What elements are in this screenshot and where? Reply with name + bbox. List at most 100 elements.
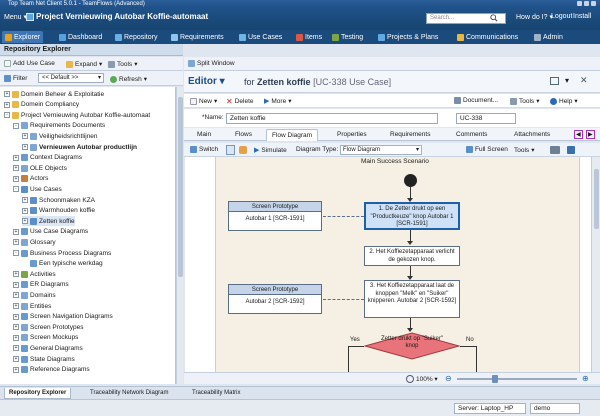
expand-icon[interactable]: + xyxy=(22,197,28,203)
layout-icon[interactable] xyxy=(550,77,559,85)
expand-icon[interactable]: + xyxy=(13,228,19,235)
tree-item[interactable]: + Context Diagrams xyxy=(13,153,82,163)
expand-icon[interactable]: + xyxy=(13,154,19,161)
tab-flow-diagram[interactable]: Flow Diagram xyxy=(266,129,319,141)
tree-item[interactable]: - Business Process Diagrams xyxy=(13,248,111,258)
print-icon[interactable] xyxy=(550,146,560,154)
tree-item[interactable]: - Requirements Documents xyxy=(13,121,105,131)
refresh-button[interactable]: Refresh ▾ xyxy=(110,75,147,83)
tree-item[interactable]: + Screen Prototypes xyxy=(13,322,83,332)
tree-item[interactable]: + Domein Beheer & Exploitatie xyxy=(4,89,104,99)
filter-button[interactable]: Filter xyxy=(4,75,27,82)
chevron-down-icon[interactable]: ▾ xyxy=(565,76,569,85)
document-button[interactable]: Document... xyxy=(454,97,498,104)
expand-icon[interactable]: + xyxy=(13,334,19,341)
flow-step-3[interactable]: 3. Het Koffiezetapparaat laat de knoppen… xyxy=(364,280,460,318)
split-window-button[interactable]: Split Window xyxy=(188,60,235,67)
expand-icon[interactable]: + xyxy=(22,218,28,225)
close-button[interactable] xyxy=(591,1,596,6)
minimize-button[interactable] xyxy=(577,1,582,6)
search-icon[interactable] xyxy=(490,14,498,22)
tree-item[interactable]: + Activities xyxy=(13,269,56,279)
expand-icon[interactable]: + xyxy=(4,91,10,97)
editor-tools-button[interactable]: Tools ▾ xyxy=(510,97,539,105)
tree-item[interactable]: Een typische werkdag xyxy=(22,259,103,269)
collapse-icon[interactable]: - xyxy=(13,186,19,193)
tree-item[interactable]: + Entities xyxy=(13,301,51,311)
expand-icon[interactable]: + xyxy=(13,175,19,182)
flow-step-1[interactable]: 1. De Zetter drukt op een "Productkeuze"… xyxy=(364,202,460,230)
scrollbar-thumb[interactable] xyxy=(178,97,183,277)
tab-attachments[interactable]: Attachments xyxy=(509,129,555,141)
tree-scrollbar[interactable] xyxy=(176,87,183,384)
expand-icon[interactable]: + xyxy=(13,303,19,309)
nav-tab-dashboard[interactable]: Dashboard xyxy=(56,31,105,43)
tree-item[interactable]: + Actors xyxy=(13,174,48,184)
expand-icon[interactable]: + xyxy=(22,207,28,214)
tab-main[interactable]: Main xyxy=(192,129,216,141)
nav-tab-explorer[interactable]: Explorer xyxy=(2,31,44,43)
nav-tab-items[interactable]: Items xyxy=(293,31,325,43)
bottom-tab-traceability-matrix[interactable]: Traceability Matrix xyxy=(188,388,244,399)
collapse-icon[interactable]: - xyxy=(4,112,10,119)
simulate-button[interactable]: ▶ Simulate xyxy=(254,146,287,155)
menu-button[interactable]: Menu ▾ xyxy=(4,13,27,21)
how-do-i-link[interactable]: How do I? ▾ xyxy=(516,13,553,21)
filter-select[interactable]: << Default >> ▾ xyxy=(38,73,104,83)
tree-item[interactable]: + Zetten koffie xyxy=(22,216,75,227)
scrollbar-thumb[interactable] xyxy=(594,169,599,229)
tree-item[interactable]: + OLE Objects xyxy=(13,163,67,173)
delete-button[interactable]: ✕ Delete xyxy=(226,97,254,106)
install-link[interactable]: Install xyxy=(573,13,591,20)
nav-tab-projects-plans[interactable]: Projects & Plans xyxy=(375,31,441,43)
screen-prototype-2[interactable]: Screen Prototype Autobar 2 [SCR-1592] xyxy=(228,284,322,314)
zoom-slider[interactable] xyxy=(457,378,577,380)
more-button[interactable]: ▶ More ▾ xyxy=(264,97,291,106)
zoom-slider-handle[interactable] xyxy=(492,375,498,383)
zoom-in-icon[interactable]: ⊕ xyxy=(582,374,589,383)
tab-comments[interactable]: Comments xyxy=(451,129,492,141)
bottom-tab-repository-explorer[interactable]: Repository Explorer xyxy=(4,388,72,399)
nav-tab-testing[interactable]: Testing xyxy=(329,31,366,43)
expand-icon[interactable]: + xyxy=(22,133,28,140)
tree-item[interactable]: + Domein Compliancy xyxy=(4,100,79,110)
flow-step-2[interactable]: 2. Het Koffiezetapparaat verlicht de gek… xyxy=(364,246,460,266)
collapse-icon[interactable]: - xyxy=(13,250,19,256)
nav-tab-admin[interactable]: Admin xyxy=(531,31,566,43)
save-icon[interactable] xyxy=(567,146,575,154)
expand-icon[interactable]: + xyxy=(13,313,19,320)
tab-scroll-right-icon[interactable]: ▶ xyxy=(586,130,595,139)
tree-item[interactable]: + Domains xyxy=(13,290,56,300)
expand-icon[interactable]: + xyxy=(13,165,19,172)
name-field[interactable]: Zetten koffie xyxy=(226,113,438,124)
expand-icon[interactable]: + xyxy=(13,292,19,299)
collapse-icon[interactable]: - xyxy=(13,122,19,129)
tree-item[interactable]: - Project Vernieuwing Autobar Koffie-auto… xyxy=(4,110,150,120)
tree-item[interactable]: + State Diagrams xyxy=(13,354,75,364)
add-use-case-button[interactable]: Add Use Case xyxy=(4,60,55,67)
nav-tab-repository[interactable]: Repository xyxy=(112,31,160,43)
screen-prototype-1[interactable]: Screen Prototype Autobar 1 [SCR-1591] xyxy=(228,201,322,231)
nav-tab-use-cases[interactable]: Use Cases xyxy=(236,31,285,43)
expand-icon[interactable]: + xyxy=(13,239,19,246)
tree-item[interactable]: + Vernieuwen Autobar productlijn xyxy=(22,142,137,152)
tab-flows[interactable]: Flows xyxy=(230,129,257,141)
tree-item[interactable]: + Veiligheidsrichtlijnen xyxy=(22,131,98,141)
start-node[interactable] xyxy=(404,174,417,187)
expand-icon[interactable]: + xyxy=(13,345,19,352)
tools-button[interactable]: Tools ▾ xyxy=(108,60,137,68)
full-screen-button[interactable]: Full Screen xyxy=(466,146,508,153)
expand-icon[interactable]: + xyxy=(4,101,10,108)
help-button[interactable]: Help ▾ xyxy=(550,97,578,105)
hand-tool-icon[interactable] xyxy=(239,146,247,154)
pointer-tool-icon[interactable] xyxy=(226,145,235,155)
nav-tab-requirements[interactable]: Requirements xyxy=(168,31,227,43)
diagram-tools-button[interactable]: Tools ▾ xyxy=(514,146,534,155)
expand-icon[interactable]: + xyxy=(13,366,19,373)
tree-item[interactable]: + Screen Mockups xyxy=(13,333,78,343)
tree-item[interactable]: + General Diagrams xyxy=(13,343,83,353)
tree-item[interactable]: + Warmhouden koffie xyxy=(22,206,95,216)
tab-properties[interactable]: Properties xyxy=(332,129,372,141)
tab-scroll-left-icon[interactable]: ◀ xyxy=(574,130,583,139)
tab-requirements[interactable]: Requirements xyxy=(385,129,435,141)
